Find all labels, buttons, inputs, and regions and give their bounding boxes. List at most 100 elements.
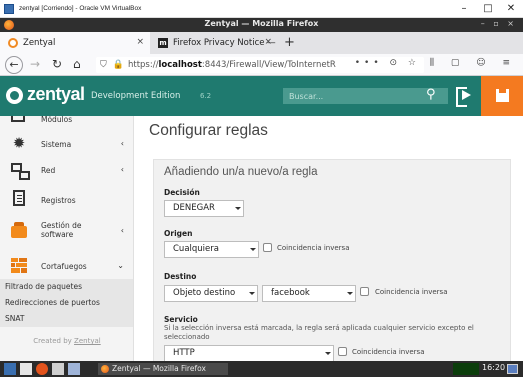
close-button[interactable]: ✕ [500, 0, 522, 18]
tray-icon[interactable] [507, 364, 518, 374]
servicio-inverse-checkbox[interactable] [338, 347, 347, 356]
destino-object-select[interactable]: facebook [262, 285, 356, 302]
destino-inverse-label: Coincidencia inversa [375, 288, 448, 296]
servicio-label: Servicio [164, 315, 198, 324]
version-label: 6.2 [200, 92, 212, 100]
tab-close-icon[interactable]: × [264, 37, 272, 47]
zentyal-favicon-icon [8, 38, 18, 48]
chevron-down-icon [249, 289, 255, 298]
sidebar-item-label: Red [41, 166, 56, 175]
forward-button[interactable]: → [30, 57, 40, 71]
back-button[interactable]: ← [5, 56, 23, 74]
page-title: Configurar reglas [149, 122, 268, 139]
servicio-inverse-label: Coincidencia inversa [352, 348, 425, 356]
servicio-help-text: Si la selección inversa está marcada, la… [164, 324, 474, 341]
zentyal-logo-icon [6, 87, 23, 104]
sidebar-item-modulos[interactable]: Módulos [0, 116, 133, 127]
sidebar-item-sistema[interactable]: ✹ Sistema ‹ [0, 132, 133, 156]
tab-zentyal[interactable]: Zentyal × [0, 32, 150, 54]
file-manager-icon[interactable] [20, 363, 32, 375]
search-input[interactable] [283, 88, 448, 104]
destino-inverse-checkbox[interactable] [360, 287, 369, 296]
decision-value: DENEGAR [173, 203, 215, 213]
home-button[interactable]: ⌂ [73, 57, 81, 71]
package-icon [11, 222, 27, 238]
save-changes-button[interactable] [481, 76, 523, 116]
origen-inverse-label: Coincidencia inversa [277, 244, 350, 252]
maximize-button[interactable]: □ [477, 0, 499, 18]
chevron-down-icon [325, 349, 331, 358]
sidebar-item-label: Registros [41, 196, 76, 205]
virtualbox-title: zentyal [Corriendo] - Oracle VM VirtualB… [19, 5, 142, 12]
chevron-down-icon [250, 245, 256, 254]
origen-select[interactable]: Cualquiera [164, 241, 259, 258]
firefox-launcher-icon[interactable] [36, 363, 48, 375]
sidebar-item-label: Gestión de software [41, 221, 82, 239]
decision-label: Decisión [164, 188, 200, 197]
decision-select[interactable]: DENEGAR [164, 200, 244, 217]
firefox-window-title: Zentyal — Mozilla Firefox [204, 19, 319, 28]
tab-firefox-privacy[interactable]: m Firefox Privacy Notice — × [150, 32, 278, 54]
gear-icon: ✹ [12, 134, 26, 152]
tab-label: Firefox Privacy Notice — [173, 38, 276, 48]
search-icon[interactable]: ⚲ [426, 87, 436, 102]
origen-label: Origen [164, 229, 193, 238]
lock-warning-icon[interactable]: 🔒 [113, 60, 124, 70]
navigation-bar: ← → ↻ ⌂ ⛉ 🔒 https://localhost:8443/Firew… [0, 54, 523, 76]
tab-bar: Zentyal × m Firefox Privacy Notice — × + [0, 32, 523, 54]
sidebar-item-red[interactable]: Red ‹ [0, 158, 133, 182]
document-icon [13, 190, 25, 206]
destino-type-value: Objeto destino [173, 288, 236, 298]
tab-label: Zentyal [23, 38, 56, 48]
virtualbox-icon [4, 3, 14, 14]
zentyal-link[interactable]: Zentyal [74, 337, 101, 345]
toolbar-icons[interactable]: ⫼ ▢ ☺ ≡ [430, 58, 517, 68]
main-content: Configurar reglas Añadiendo un/a nuevo/a… [135, 116, 523, 361]
shield-icon[interactable]: ⛉ [100, 60, 107, 70]
chevron-down-icon [347, 289, 353, 298]
new-tab-button[interactable]: + [284, 35, 295, 50]
page-actions-icons[interactable]: ••• ⊙ ☆ [355, 58, 420, 68]
chevron-left-icon: ‹ [120, 165, 124, 174]
sidebar-item-cortafuegos[interactable]: Cortafuegos ⌄ [0, 254, 133, 278]
servicio-select[interactable]: HTTP [164, 345, 334, 361]
mozilla-favicon-icon: m [158, 38, 168, 48]
sidebar-item-label: Cortafuegos [41, 262, 87, 271]
url-text: https://localhost:8443/Firewall/View/ToI… [127, 60, 336, 70]
sidebar-item-gestion-software[interactable]: Gestión de software ‹ [0, 216, 133, 246]
reload-button[interactable]: ↻ [52, 57, 62, 71]
terminal-icon[interactable] [52, 363, 64, 375]
chevron-left-icon: ‹ [120, 139, 124, 148]
url-bar[interactable]: ⛉ 🔒 https://localhost:8443/Firewall/View… [96, 57, 424, 73]
sidebar-subitem-filtrado[interactable]: Filtrado de paquetes [0, 279, 133, 295]
firewall-icon [11, 258, 27, 274]
firefox-window-controls[interactable]: – ▫ × [481, 19, 517, 28]
network-icon [11, 162, 30, 180]
sidebar: Módulos ✹ Sistema ‹ Red ‹ Registros Gest… [0, 116, 134, 361]
rule-form-panel: Añadiendo un/a nuevo/a regla Decisión DE… [153, 159, 511, 361]
clock: 16:20 [482, 363, 506, 372]
modules-icon [11, 116, 25, 122]
sidebar-subitem-snat[interactable]: SNAT [0, 311, 133, 327]
sidebar-subitem-redirecciones[interactable]: Redirecciones de puertos [0, 295, 133, 311]
save-icon [496, 89, 509, 102]
servicio-value: HTTP [173, 348, 195, 358]
chevron-down-icon [235, 204, 241, 213]
destino-type-select[interactable]: Objeto destino [164, 285, 258, 302]
desktop-icon[interactable] [68, 363, 80, 375]
minimize-button[interactable]: – [453, 0, 475, 18]
cpu-monitor-icon [453, 363, 479, 375]
destino-object-value: facebook [271, 288, 310, 298]
origen-inverse-checkbox[interactable] [263, 243, 272, 252]
tab-close-icon[interactable]: × [136, 37, 144, 47]
start-menu-icon[interactable] [4, 363, 16, 375]
sidebar-item-registros[interactable]: Registros [0, 186, 133, 212]
zentyal-logo-text: zentyal [27, 84, 85, 104]
destino-label: Destino [164, 272, 197, 281]
edition-label: Development Edition [91, 91, 181, 101]
taskbar: Zentyal — Mozilla Firefox 16:20 [0, 361, 523, 377]
taskbar-window-firefox[interactable]: Zentyal — Mozilla Firefox [98, 363, 228, 375]
sidebar-footer: Created by Zentyal [33, 337, 101, 345]
logout-icon[interactable] [456, 86, 472, 107]
origen-value: Cualquiera [173, 244, 219, 254]
